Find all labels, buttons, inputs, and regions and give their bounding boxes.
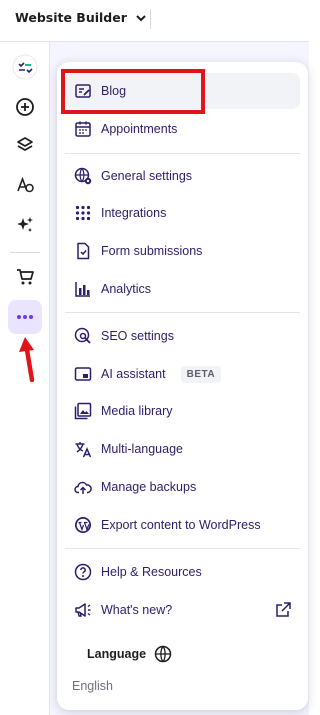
seo-icon: [74, 327, 91, 344]
menu-item-media-library[interactable]: Media library: [65, 393, 300, 429]
sparkle-icon[interactable]: [8, 208, 42, 242]
menu-item-label: Analytics: [101, 282, 152, 296]
more-menu: Blog Appointments General settings Integ…: [57, 62, 308, 710]
language-label: Language: [87, 647, 147, 661]
topbar-divider: [150, 9, 151, 29]
menu-item-export-wordpress[interactable]: Export content to WordPress: [65, 507, 300, 543]
arrow-annotation-icon: [19, 337, 35, 382]
app-title: Website Builder: [15, 10, 127, 25]
menu-item-whats-new[interactable]: What's new?: [65, 592, 300, 628]
menu-item-label: Appointments: [101, 122, 178, 136]
rail-divider: [10, 252, 40, 253]
calendar-icon: [75, 121, 91, 137]
ai-icon: [74, 367, 92, 381]
menu-item-label: What's new?: [101, 603, 173, 617]
menu-item-multi-language[interactable]: Multi-language: [65, 431, 300, 467]
wordpress-icon: [75, 517, 91, 533]
chevron-down-icon: [136, 14, 146, 21]
globe-icon: [154, 645, 172, 663]
menu-item-label: Media library: [101, 404, 173, 418]
more-icon[interactable]: [8, 300, 42, 334]
external-link-icon: [276, 602, 291, 617]
add-icon[interactable]: [8, 90, 42, 124]
menu-divider: [65, 548, 300, 549]
menu-divider: [65, 312, 300, 313]
menu-item-seo-settings[interactable]: SEO settings: [65, 318, 300, 354]
layers-icon[interactable]: [8, 128, 42, 162]
highlight-box: [61, 69, 205, 114]
menu-item-label: Form submissions: [101, 244, 203, 258]
menu-item-ai-assistant[interactable]: AI assistant BETA: [65, 356, 300, 392]
logo-icon[interactable]: [8, 50, 42, 84]
typography-icon[interactable]: [8, 168, 42, 202]
language-selector[interactable]: Language: [87, 645, 172, 663]
megaphone-icon: [75, 603, 91, 617]
menu-item-label: Export content to WordPress: [101, 518, 261, 532]
menu-item-manage-backups[interactable]: Manage backups: [65, 469, 300, 505]
menu-divider: [65, 153, 300, 154]
document-icon: [77, 242, 90, 260]
menu-item-label: Multi-language: [101, 442, 183, 456]
cart-icon[interactable]: [8, 260, 42, 294]
menu-item-label: Manage backups: [101, 480, 197, 494]
bar-chart-icon: [75, 282, 90, 297]
menu-item-label: General settings: [101, 169, 193, 183]
menu-item-integrations[interactable]: Integrations: [65, 195, 300, 231]
app-switcher[interactable]: Website Builder: [15, 10, 147, 25]
translate-icon: [75, 442, 92, 458]
menu-item-label: AI assistant: [101, 367, 166, 381]
grid-icon: [75, 205, 91, 221]
menu-item-analytics[interactable]: Analytics: [65, 271, 300, 307]
menu-item-help-resources[interactable]: Help & Resources: [65, 554, 300, 590]
image-icon: [74, 402, 92, 420]
top-bar: Website Builder: [0, 0, 309, 42]
help-icon: [74, 563, 92, 581]
beta-badge: BETA: [180, 365, 222, 383]
cloud-upload-icon: [74, 481, 92, 494]
globe-gear-icon: [74, 167, 92, 185]
menu-item-general-settings[interactable]: General settings: [65, 158, 300, 194]
menu-item-appointments[interactable]: Appointments: [65, 111, 300, 147]
language-value: English: [72, 679, 113, 693]
menu-item-form-submissions[interactable]: Form submissions: [65, 233, 300, 269]
menu-item-label: Help & Resources: [101, 565, 202, 579]
menu-item-label: SEO settings: [101, 329, 174, 343]
menu-item-label: Integrations: [101, 206, 167, 220]
